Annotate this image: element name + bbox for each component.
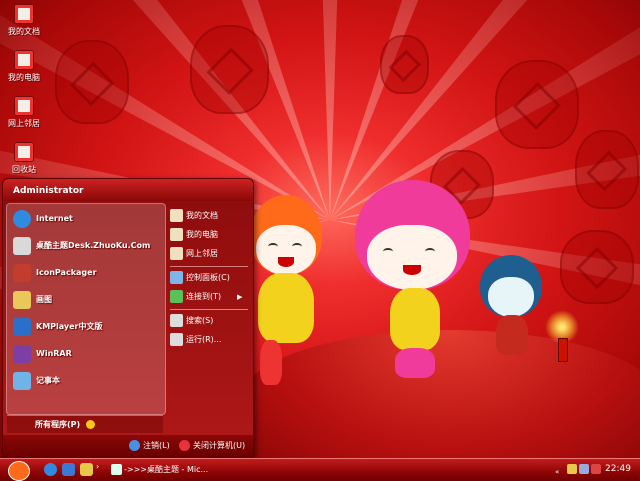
media-player-icon[interactable] (80, 463, 93, 476)
start-menu-item-internet[interactable]: Internet (13, 208, 73, 230)
notepad-icon (13, 371, 31, 390)
wallpaper-lucky-bag (560, 230, 634, 304)
tray-expand-icon[interactable]: « (555, 464, 565, 476)
wallpaper-red-fox-character (250, 195, 330, 395)
start-menu-item-label: 我的文档 (186, 211, 218, 220)
wallpaper-firework (545, 310, 579, 362)
start-menu-item-label: WinRAR (36, 349, 72, 358)
logoff-button[interactable]: 注销(L) (129, 439, 170, 453)
desktop-icon-label: 我的电脑 (8, 73, 40, 82)
start-menu-item-my-computer[interactable]: 我的电脑 (170, 226, 218, 244)
start-menu-item-notepad[interactable]: 记事本 (13, 370, 60, 392)
start-menu-item-run[interactable]: 运行(R)... (170, 331, 221, 349)
show-desktop-icon[interactable] (62, 463, 75, 476)
start-menu-item-label: 记事本 (36, 376, 60, 385)
desktop-icon-my-documents[interactable]: 我的文档 (2, 4, 46, 37)
start-menu-item-label: 控制面板(C) (186, 273, 230, 282)
start-menu-item-connect-to[interactable]: 连接到(T) ▶ (170, 288, 243, 306)
start-menu-item-label: IconPackager (36, 268, 97, 277)
start-menu-item-label: 画图 (36, 295, 52, 304)
start-menu-footer: 注销(L) 关闭计算机(U) (3, 435, 253, 457)
all-programs-label: 所有程序(P) (35, 420, 81, 429)
start-menu-places-list: 我的文档 我的电脑 网上邻居 控制面板(C) 连接到(T) ▶ 搜索(S) 运行(… (166, 203, 251, 413)
taskbar: › ->>>桌酷主题 - Mic... « 22:49 (0, 458, 640, 481)
logoff-icon (129, 440, 140, 451)
my-documents-icon (14, 4, 34, 24)
search-icon (170, 314, 183, 327)
start-menu: Administrator Internet 桌酷主题Desk.ZhuoKu.C… (2, 178, 254, 458)
desktop-icon-network-places[interactable]: 网上邻居 (2, 96, 46, 129)
desktop-icon-recycle-bin[interactable]: 回收站 (2, 142, 46, 175)
my-documents-icon (170, 209, 183, 222)
start-menu-item-search[interactable]: 搜索(S) (170, 312, 213, 330)
my-computer-icon (14, 50, 34, 70)
wallpaper-lucky-bag (55, 40, 129, 124)
power-icon (179, 440, 190, 451)
start-menu-pinned-list: Internet 桌酷主题Desk.ZhuoKu.Com IconPackage… (6, 203, 166, 415)
start-menu-user: Administrator (3, 179, 253, 201)
wallpaper-blue-character (480, 255, 545, 360)
paint-icon (13, 290, 31, 309)
shutdown-button[interactable]: 关闭计算机(U) (179, 439, 245, 453)
start-menu-item-label: 搜索(S) (186, 316, 214, 325)
start-menu-item-label: 网上邻居 (186, 249, 218, 258)
wallpaper-pink-cat-character (355, 170, 475, 385)
my-computer-icon (170, 228, 183, 241)
start-menu-item-kmplayer[interactable]: KMPlayer中文版 (13, 316, 103, 338)
iconpackager-icon (13, 263, 31, 282)
wallpaper-lucky-bag (495, 60, 579, 149)
start-menu-item-iconpackager[interactable]: IconPackager (13, 262, 97, 284)
start-menu-item-my-documents[interactable]: 我的文档 (170, 207, 218, 225)
start-logo-icon (8, 461, 30, 481)
shutdown-label: 关闭计算机(U) (193, 441, 246, 450)
desktop-icon-label: 网上邻居 (8, 119, 40, 128)
internet-explorer-icon (13, 209, 31, 228)
start-menu-item-winrar[interactable]: WinRAR (13, 343, 72, 365)
control-panel-icon (170, 271, 183, 284)
start-menu-item-label: Internet (36, 214, 73, 223)
internet-explorer-icon[interactable] (44, 463, 57, 476)
app-tray-icon[interactable] (591, 464, 601, 474)
volume-tray-icon[interactable] (579, 464, 589, 474)
start-menu-item-label: KMPlayer中文版 (36, 322, 103, 331)
run-icon (170, 333, 183, 346)
system-tray: « 22:49 (555, 461, 637, 478)
taskbar-item-label: ->>>桌酷主题 - Mic... (124, 465, 209, 474)
recycle-bin-icon (14, 142, 34, 162)
network-tray-icon[interactable] (567, 464, 577, 474)
desktop-icon-label: 我的文档 (8, 27, 40, 36)
desktop: 我的文档 我的电脑 网上邻居 回收站 Administrator Interne… (0, 0, 640, 458)
start-menu-item-label: 桌酷主题Desk.ZhuoKu.Com (36, 241, 151, 250)
network-places-icon (14, 96, 34, 116)
start-menu-separator (170, 266, 248, 267)
kmplayer-icon (13, 317, 31, 336)
start-menu-item-label: 运行(R)... (186, 335, 222, 344)
wallpaper-lucky-bag (380, 35, 429, 94)
start-menu-item-zhuoku[interactable]: 桌酷主题Desk.ZhuoKu.Com (13, 235, 150, 257)
quicklaunch-chevron-icon[interactable]: › (96, 462, 99, 471)
desktop-icon-my-computer[interactable]: 我的电脑 (2, 50, 46, 83)
start-button[interactable] (6, 460, 34, 481)
arrow-right-icon (86, 420, 96, 429)
network-places-icon (170, 247, 183, 260)
zhuoku-theme-icon (13, 236, 31, 255)
start-menu-item-label: 连接到(T) (186, 292, 222, 301)
wallpaper-lucky-bag (575, 130, 639, 209)
start-menu-item-control-panel[interactable]: 控制面板(C) (170, 269, 230, 287)
start-menu-item-label: 我的电脑 (186, 230, 218, 239)
submenu-arrow-icon: ▶ (237, 293, 243, 301)
zhuoku-theme-icon (111, 464, 122, 475)
all-programs-button[interactable]: 所有程序(P) (7, 415, 163, 433)
start-menu-item-paint[interactable]: 画图 (13, 289, 52, 311)
winrar-icon (13, 344, 31, 363)
start-menu-item-network-places[interactable]: 网上邻居 (170, 245, 218, 263)
wallpaper-lucky-bag (190, 25, 269, 114)
logoff-label: 注销(L) (143, 441, 170, 450)
start-menu-separator (170, 309, 248, 310)
desktop-icon-label: 回收站 (12, 165, 36, 174)
taskbar-item-zhuoku[interactable]: ->>>桌酷主题 - Mic... (108, 461, 228, 478)
clock[interactable]: 22:49 (605, 461, 631, 478)
connect-to-icon (170, 290, 183, 303)
